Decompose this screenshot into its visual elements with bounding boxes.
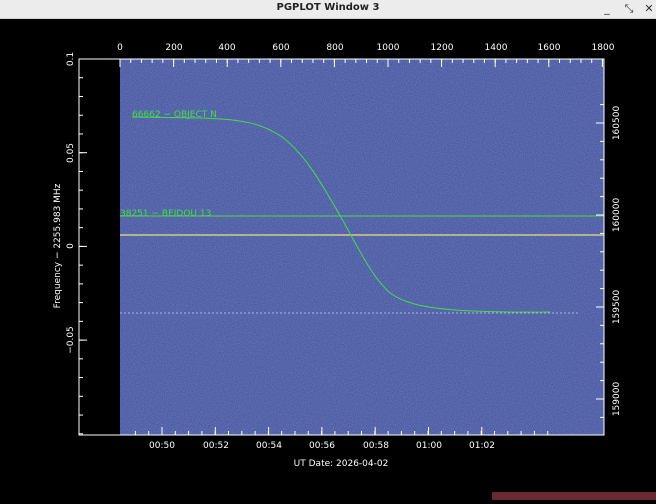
right-tick-label: 160500 (612, 106, 622, 141)
left-tick-label: 0 (66, 243, 76, 249)
x-axis-title: UT Date: 2026-04-02 (294, 459, 389, 469)
bottom-tick-label: 00:52 (203, 441, 229, 451)
y-axis-title: Frequency − 2255.983 MHz (53, 183, 63, 308)
bottom-tick-label: 01:00 (416, 441, 442, 451)
top-tick-label: 1200 (431, 43, 454, 53)
bottom-tick-label: 00:50 (149, 441, 175, 451)
right-tick-label: 160000 (612, 198, 622, 233)
right-tick-label: 159500 (612, 290, 622, 325)
bottom-tick-label: 00:58 (363, 441, 389, 451)
top-tick-label: 400 (218, 43, 235, 53)
taskbar-fragment (492, 492, 656, 500)
top-tick-label: 600 (272, 43, 289, 53)
annotation-object-n: 66662 − OBJECT N (132, 110, 217, 120)
minimize-icon[interactable]: _ (598, 1, 616, 17)
left-axis: 0.1 0.05 0 −0.05 (66, 52, 76, 354)
left-tick-label: 0.1 (66, 52, 76, 66)
window-titlebar[interactable]: PGPLOT Window 3 _ ⤡ ✕ (0, 0, 656, 19)
close-icon[interactable]: ✕ (640, 1, 656, 17)
bottom-axis: 00:50 00:52 00:54 00:56 00:58 01:00 01:0… (149, 441, 495, 451)
bottom-tick-label: 00:56 (309, 441, 335, 451)
bottom-tick-label: 01:02 (469, 441, 495, 451)
left-tick-label: 0.05 (66, 143, 76, 163)
maximize-icon[interactable]: ⤡ (620, 1, 638, 17)
pgplot-canvas: 66662 − OBJECT N 38251 − BEIDOU 13 0 200… (0, 19, 656, 500)
top-tick-label: 800 (326, 43, 343, 53)
waterfall-plot: 66662 − OBJECT N 38251 − BEIDOU 13 0 200… (53, 43, 622, 469)
right-axis: 160500 160000 159500 159000 (612, 106, 622, 417)
window-title: PGPLOT Window 3 (276, 2, 380, 13)
right-tick-label: 159000 (612, 382, 622, 417)
annotation-beidou-13: 38251 − BEIDOU 13 (120, 209, 211, 219)
bottom-tick-label: 00:54 (256, 441, 282, 451)
top-axis: 0 200 400 600 800 1000 1200 1400 1600 18… (117, 43, 615, 53)
top-tick-label: 200 (165, 43, 182, 53)
top-tick-label: 1000 (377, 43, 400, 53)
top-tick-label: 1600 (538, 43, 561, 53)
top-tick-label: 0 (117, 43, 123, 53)
left-tick-label: −0.05 (66, 326, 76, 354)
top-tick-label: 1400 (485, 43, 508, 53)
top-tick-label: 1800 (592, 43, 615, 53)
